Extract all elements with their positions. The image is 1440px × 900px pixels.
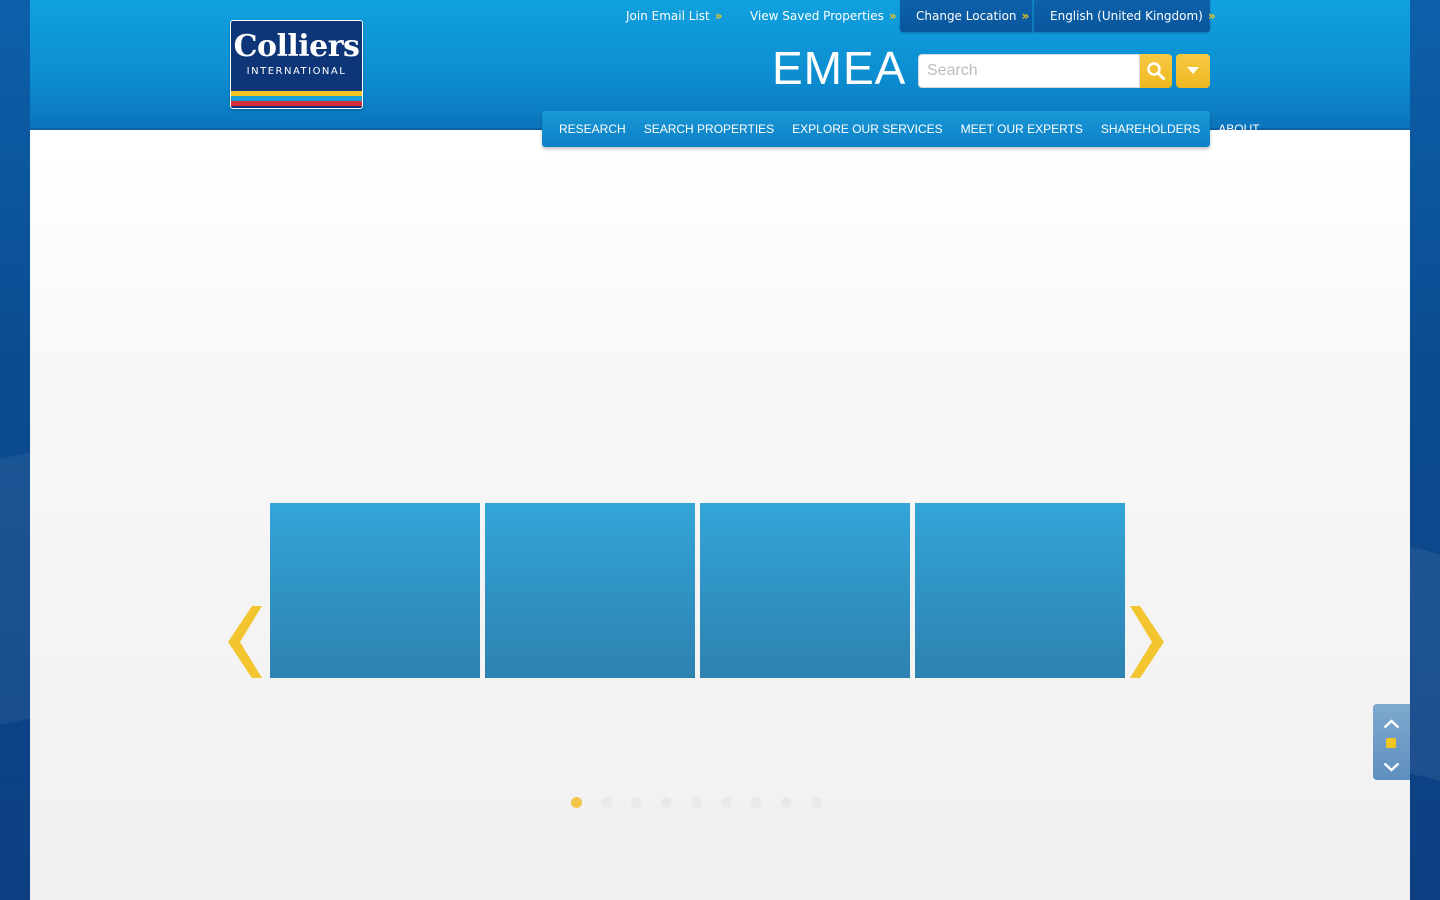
nav-item-about[interactable]: ABOUT [1209,111,1268,147]
double-chevron-icon: » [1207,9,1216,23]
region-title: EMEA : [772,42,932,94]
double-chevron-icon: » [714,9,723,23]
carousel-page-dot[interactable] [631,797,642,808]
page-container: Colliers INTERNATIONAL Join Email List» … [30,0,1410,900]
caret-down-icon [1187,67,1199,74]
carousel-page-dot[interactable] [691,797,702,808]
nav-item-shareholders[interactable]: SHAREHOLDERS [1092,111,1209,147]
nav-item-meet-experts[interactable]: MEET OUR EXPERTS [952,111,1092,147]
language-selector-label: English (United Kingdom) [1050,9,1203,23]
carousel-tile[interactable] [915,503,1125,678]
scroll-down-button[interactable] [1383,757,1400,776]
search-options-dropdown-button[interactable] [1176,54,1210,88]
carousel-page-dot[interactable] [811,797,822,808]
view-saved-properties-link[interactable]: View Saved Properties » [750,0,897,32]
join-email-list-link[interactable]: Join Email List » [626,0,722,32]
chevron-up-icon [1383,719,1400,729]
carousel-next-button[interactable] [1128,606,1164,682]
search-button[interactable] [1140,54,1172,88]
carousel-page-dot[interactable] [571,797,582,808]
nav-item-search-properties[interactable]: SEARCH PROPERTIES [635,111,783,147]
chevron-down-icon [1383,762,1400,772]
scroll-position-indicator[interactable] [1386,738,1396,748]
nav-item-explore-services[interactable]: EXPLORE OUR SERVICES [783,111,952,147]
carousel-tile[interactable] [485,503,695,678]
carousel-tile[interactable] [700,503,910,678]
carousel-page-dot[interactable] [751,797,762,808]
double-chevron-icon: » [888,9,897,23]
join-email-list-label: Join Email List [626,9,710,23]
colliers-logo[interactable]: Colliers INTERNATIONAL [230,20,363,109]
chevron-left-icon [228,606,262,678]
carousel-tile[interactable] [270,503,480,678]
logo-stripe-red [231,101,362,106]
carousel-page-dot[interactable] [601,797,612,808]
carousel-pagination [571,797,831,809]
change-location-link[interactable]: Change Location » [900,0,1033,32]
scroll-up-button[interactable] [1383,714,1400,733]
logo-subtitle: INTERNATIONAL [246,66,347,77]
main-nav: RESEARCH SEARCH PROPERTIES EXPLORE OUR S… [542,111,1260,147]
nav-item-research[interactable]: RESEARCH [550,111,635,147]
logo-wordmark: Colliers [233,29,360,64]
view-saved-properties-label: View Saved Properties [750,9,884,23]
search-input[interactable] [918,54,1140,88]
language-selector-link[interactable]: English (United Kingdom) » [1034,0,1216,32]
chevron-right-icon [1130,606,1164,678]
double-chevron-icon: » [1021,9,1030,23]
search-icon [1147,62,1165,80]
section-scroller [1373,704,1410,780]
carousel-page-dot[interactable] [721,797,732,808]
carousel-page-dot[interactable] [781,797,792,808]
carousel-prev-button[interactable] [228,606,264,682]
carousel-page-dot[interactable] [661,797,672,808]
change-location-label: Change Location [916,9,1017,23]
